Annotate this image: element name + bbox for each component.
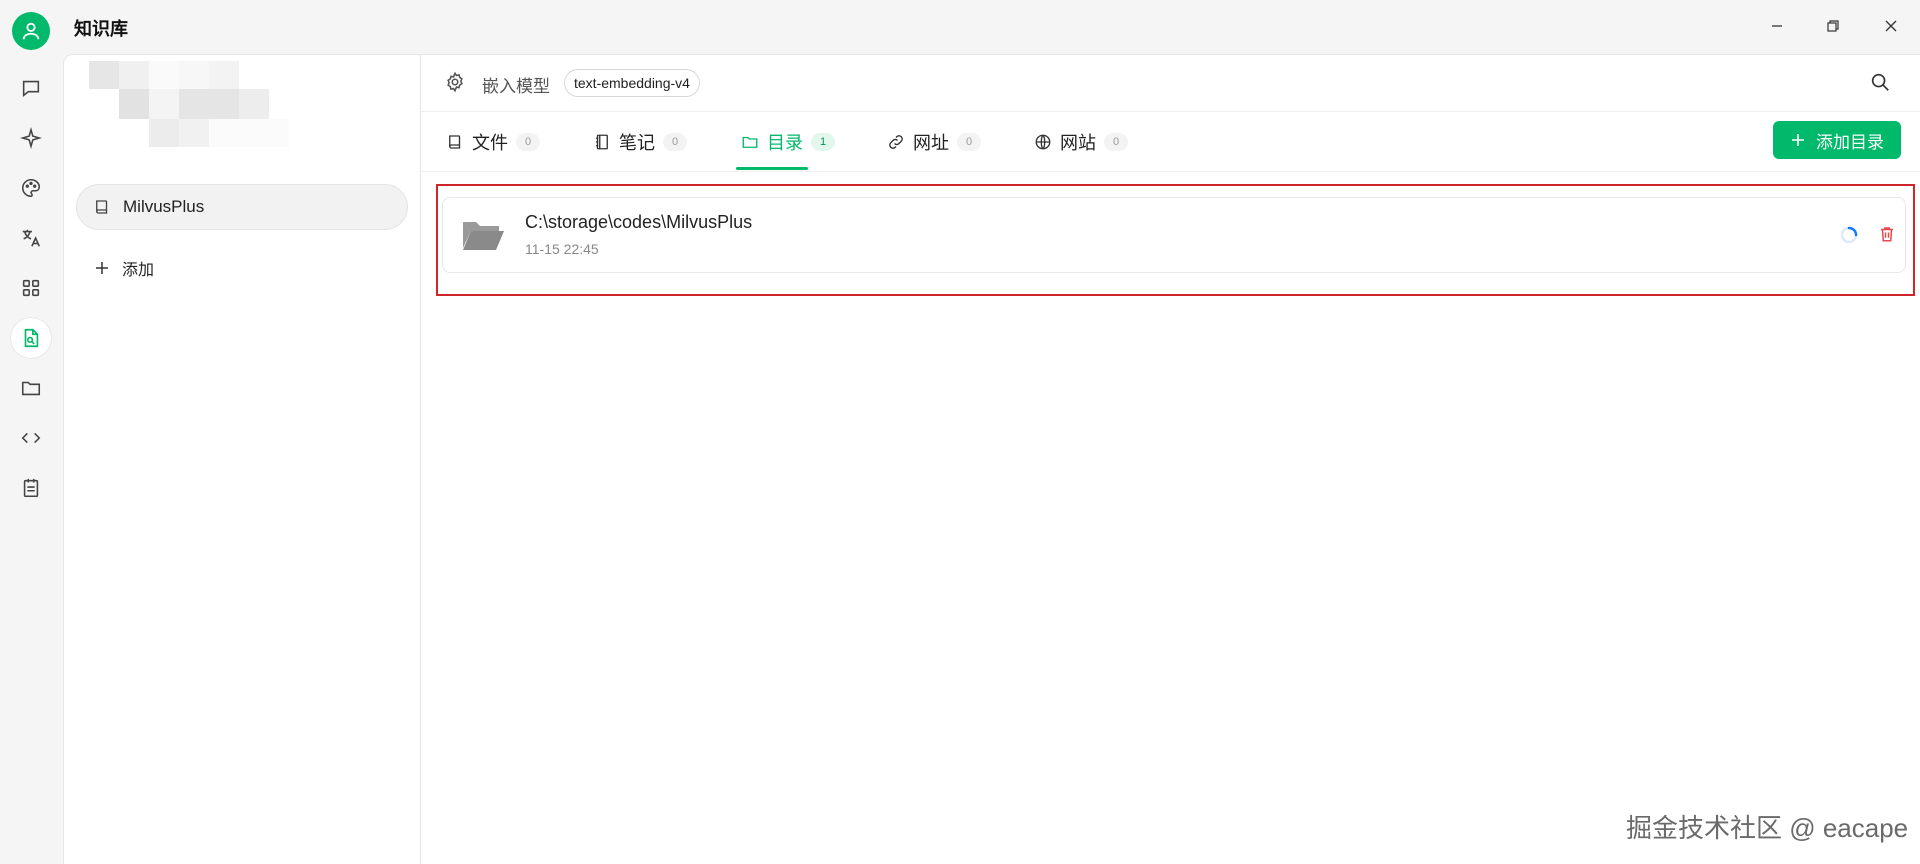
apps-grid-icon	[22, 279, 40, 297]
link-icon	[889, 135, 903, 149]
notebook-icon	[596, 134, 608, 150]
trash-icon	[1881, 227, 1893, 242]
watermark: 掘金技术社区 @ eacape	[1626, 813, 1909, 843]
globe-icon	[1035, 134, 1051, 150]
sparkle-icon	[20, 127, 42, 149]
tab-notes[interactable]: 笔记 0	[593, 112, 687, 172]
add-kb-button[interactable]: 添加	[94, 251, 154, 285]
knowledge-base-icon	[24, 328, 39, 348]
directory-item[interactable]: C:\storage\codes\MilvusPlus 11-15 22:45	[442, 197, 1906, 273]
tab-label: 文件	[472, 133, 508, 153]
folder-icon	[742, 136, 758, 148]
minimize-button[interactable]	[1761, 12, 1793, 40]
notepad-icon	[23, 478, 39, 498]
embedding-model-badge[interactable]: text-embedding-v4	[564, 69, 700, 97]
rail-knowledge-base[interactable]	[11, 318, 51, 358]
minimize-icon	[1772, 25, 1782, 27]
tab-label: 网址	[913, 133, 949, 153]
rail-chat[interactable]	[11, 68, 51, 108]
add-directory-label: 添加目录	[1816, 132, 1884, 152]
chat-icon	[22, 80, 40, 97]
directory-path: C:\storage\codes\MilvusPlus	[525, 212, 753, 232]
book-icon	[96, 200, 108, 214]
kb-item[interactable]: MilvusPlus	[76, 184, 408, 230]
folder-open-icon	[463, 222, 504, 250]
delete-button[interactable]	[1878, 224, 1896, 249]
toolbar: 嵌入模型 text-embedding-v4	[421, 55, 1920, 112]
settings-button[interactable]	[444, 71, 466, 98]
directory-timestamp: 11-15 22:45	[525, 241, 599, 257]
tab-urls[interactable]: 网址 0	[887, 112, 981, 172]
rail-code[interactable]	[11, 418, 51, 458]
rail-translate[interactable]	[11, 218, 51, 258]
book-icon	[449, 135, 461, 149]
rail-files[interactable]	[11, 368, 51, 408]
rail-notes[interactable]	[11, 468, 51, 508]
restore-icon	[1827, 20, 1839, 32]
tab-count: 0	[516, 133, 540, 151]
add-kb-label: 添加	[122, 262, 155, 279]
tab-directories[interactable]: 目录 1	[741, 112, 835, 172]
title-bar: 知识库	[0, 0, 1920, 54]
nav-rail	[0, 54, 63, 864]
tab-websites[interactable]: 网站 0	[1034, 112, 1128, 172]
close-button[interactable]	[1875, 12, 1907, 40]
tab-label: 网站	[1060, 133, 1096, 153]
active-tab-indicator	[736, 167, 808, 170]
tab-files[interactable]: 文件 0	[446, 112, 540, 172]
add-directory-button[interactable]: 添加目录	[1773, 121, 1901, 159]
rail-agents[interactable]	[11, 118, 51, 158]
close-icon	[1885, 20, 1897, 32]
embedding-model-label: 嵌入模型	[482, 77, 550, 96]
search-icon	[1871, 73, 1889, 91]
code-icon	[21, 432, 41, 444]
window-title: 知识库	[74, 19, 128, 39]
loading-spinner-icon	[1840, 226, 1858, 244]
tab-bar: 文件 0 笔记 0 目录 1 网址 0 网站 0	[421, 112, 1920, 172]
user-avatar[interactable]	[12, 12, 50, 50]
user-icon	[22, 22, 40, 40]
tab-count: 0	[1104, 133, 1128, 151]
tab-label: 笔记	[619, 133, 655, 153]
palette-icon	[22, 178, 41, 198]
tab-count: 0	[957, 133, 981, 151]
tab-count: 0	[663, 133, 687, 151]
tab-count: 1	[811, 133, 835, 151]
plus-icon	[96, 262, 108, 274]
plus-icon	[1792, 134, 1804, 146]
main-panel: 嵌入模型 text-embedding-v4 文件 0 笔记 0 目录 1 网址…	[421, 54, 1920, 864]
restore-button[interactable]	[1817, 12, 1849, 40]
rail-apps[interactable]	[11, 268, 51, 308]
tab-label: 目录	[767, 133, 803, 153]
gear-icon	[447, 71, 463, 93]
translate-icon	[22, 229, 40, 247]
rail-paint[interactable]	[11, 168, 51, 208]
knowledge-base-panel: MilvusPlus 添加	[63, 54, 421, 864]
kb-item-label: MilvusPlus	[123, 197, 205, 216]
search-button[interactable]	[1869, 71, 1891, 98]
folder-icon	[21, 381, 41, 396]
